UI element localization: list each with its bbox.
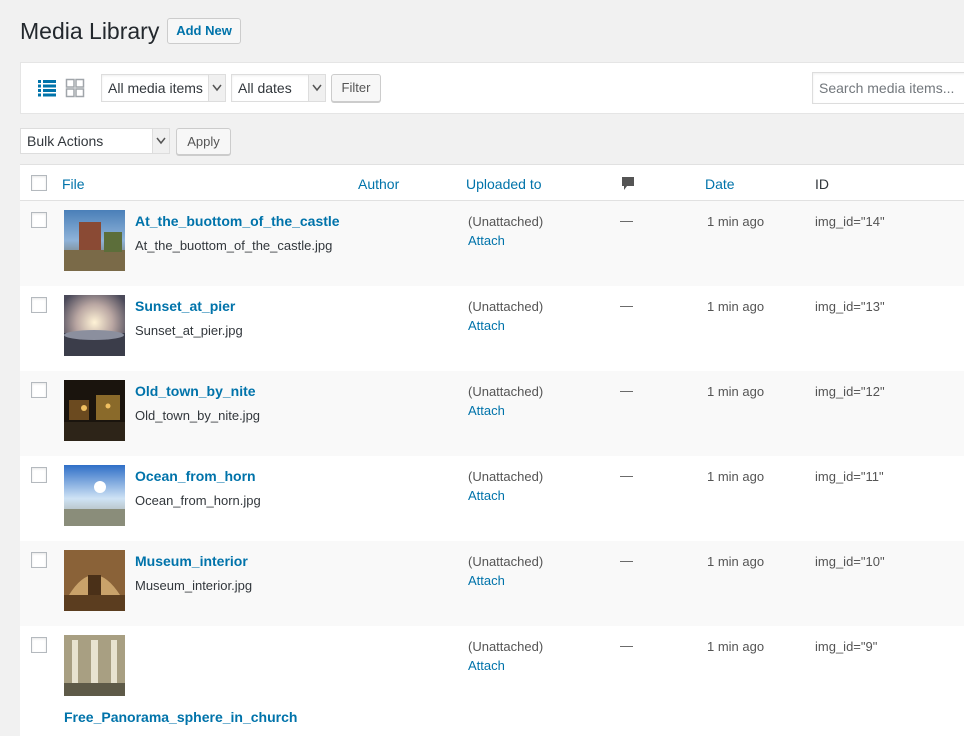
chevron-down-icon	[308, 75, 325, 101]
thumbnail-sunset[interactable]	[64, 295, 125, 356]
media-type-select[interactable]: All media items	[101, 74, 226, 102]
comments-count: —	[620, 553, 633, 568]
grid-view-icon[interactable]	[65, 78, 85, 98]
table-row: Old_town_by_nite Old_town_by_nite.jpg (U…	[20, 371, 964, 456]
attach-link[interactable]: Attach	[468, 233, 505, 248]
table-header: File Author Uploaded to Date ID	[20, 164, 964, 201]
file-title-link[interactable]: At_the_buottom_of_the_castle	[135, 213, 340, 229]
file-name: Old_town_by_nite.jpg	[135, 408, 261, 423]
attach-link[interactable]: Attach	[468, 403, 505, 418]
column-author[interactable]: Author	[358, 176, 399, 192]
select-all-checkbox[interactable]	[31, 175, 47, 191]
column-id: ID	[815, 176, 829, 192]
row-checkbox[interactable]	[31, 212, 47, 228]
attach-link[interactable]: Attach	[468, 573, 505, 588]
uploaded-to: (Unattached)	[468, 384, 544, 399]
file-title-link[interactable]: Museum_interior	[135, 553, 248, 569]
row-checkbox[interactable]	[31, 467, 47, 483]
thumbnail-church[interactable]	[64, 635, 125, 696]
uploaded-to: (Unattached)	[468, 214, 544, 229]
row-checkbox[interactable]	[31, 552, 47, 568]
row-checkbox[interactable]	[31, 297, 47, 313]
apply-button[interactable]: Apply	[176, 128, 231, 155]
image-id: img_id="14"	[815, 214, 885, 229]
media-type-select-value: All media items	[108, 80, 203, 96]
date: 1 min ago	[707, 299, 765, 314]
image-id: img_id="9"	[815, 639, 878, 654]
row-checkbox[interactable]	[31, 637, 47, 653]
image-id: img_id="11"	[815, 469, 884, 484]
image-id: img_id="13"	[815, 299, 885, 314]
table-row: At_the_buottom_of_the_castle At_the_buot…	[20, 201, 964, 286]
list-view-icon[interactable]	[37, 78, 57, 98]
thumbnail-castle[interactable]	[64, 210, 125, 271]
table-row: Free_Panorama_sphere_in_church (Unattach…	[20, 626, 964, 736]
date-select-value: All dates	[238, 80, 292, 96]
file-name: Sunset_at_pier.jpg	[135, 323, 243, 338]
column-uploaded-to[interactable]: Uploaded to	[466, 176, 542, 192]
media-table: File Author Uploaded to Date ID At_the_b…	[20, 164, 964, 736]
add-new-button[interactable]: Add New	[167, 18, 241, 44]
comments-count: —	[620, 298, 633, 313]
bulk-actions-value: Bulk Actions	[27, 133, 104, 149]
thumbnail-old-town[interactable]	[64, 380, 125, 441]
uploaded-to: (Unattached)	[468, 299, 544, 314]
chevron-down-icon	[208, 75, 225, 101]
comments-count: —	[620, 213, 633, 228]
comments-count: —	[620, 468, 633, 483]
uploaded-to: (Unattached)	[468, 639, 544, 654]
date: 1 min ago	[707, 214, 765, 229]
comments-count: —	[620, 383, 633, 398]
table-row: Sunset_at_pier Sunset_at_pier.jpg (Unatt…	[20, 286, 964, 371]
image-id: img_id="10"	[815, 554, 885, 569]
filter-button[interactable]: Filter	[331, 74, 381, 102]
page-title: Media Library	[20, 18, 160, 44]
column-file[interactable]: File	[62, 176, 85, 192]
search-input[interactable]: Search media items...	[812, 72, 964, 104]
attach-link[interactable]: Attach	[468, 488, 505, 503]
date: 1 min ago	[707, 469, 765, 484]
comments-count: —	[620, 638, 633, 653]
comment-bubble-icon[interactable]	[621, 176, 635, 192]
thumbnail-museum[interactable]	[64, 550, 125, 611]
file-title-link[interactable]: Free_Panorama_sphere_in_church	[64, 709, 297, 725]
bulk-actions-select[interactable]: Bulk Actions	[20, 128, 170, 154]
file-title-link[interactable]: Ocean_from_horn	[135, 468, 256, 484]
thumbnail-ocean[interactable]	[64, 465, 125, 526]
date: 1 min ago	[707, 384, 765, 399]
chevron-down-icon	[152, 129, 169, 153]
media-filter-bar: All media items All dates Filter Search …	[20, 62, 964, 114]
file-name: At_the_buottom_of_the_castle.jpg	[135, 238, 333, 253]
uploaded-to: (Unattached)	[468, 469, 544, 484]
file-title-link[interactable]: Sunset_at_pier	[135, 298, 235, 314]
attach-link[interactable]: Attach	[468, 658, 505, 673]
column-date[interactable]: Date	[705, 176, 735, 192]
date: 1 min ago	[707, 639, 765, 654]
date: 1 min ago	[707, 554, 765, 569]
image-id: img_id="12"	[815, 384, 885, 399]
date-select[interactable]: All dates	[231, 74, 326, 102]
uploaded-to: (Unattached)	[468, 554, 544, 569]
file-name: Ocean_from_horn.jpg	[135, 493, 261, 508]
row-checkbox[interactable]	[31, 382, 47, 398]
table-row: Ocean_from_horn Ocean_from_horn.jpg (Una…	[20, 456, 964, 541]
table-row: Museum_interior Museum_interior.jpg (Una…	[20, 541, 964, 626]
attach-link[interactable]: Attach	[468, 318, 505, 333]
file-name: Museum_interior.jpg	[135, 578, 253, 593]
file-title-link[interactable]: Old_town_by_nite	[135, 383, 256, 399]
